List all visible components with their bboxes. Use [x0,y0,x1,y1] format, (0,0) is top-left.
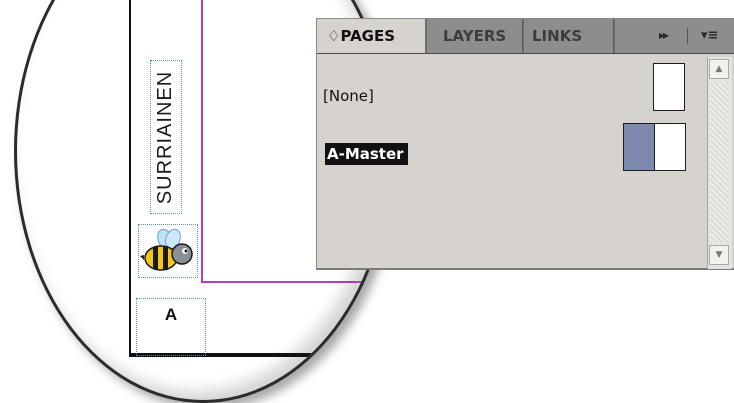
tab-links[interactable]: LINKS [524,19,614,53]
page-left-edge [129,0,131,355]
page-letter-frame[interactable]: A [136,298,206,356]
tab-pages[interactable]: ♢PAGES [317,19,425,53]
master-thumbnail-right-page[interactable] [654,123,686,171]
panel-tab-bar: ♢PAGES LAYERS LINKS ▸▸ ▾≡ [317,19,734,54]
tab-layers[interactable]: LAYERS [427,19,523,53]
scroll-track[interactable] [710,81,728,243]
expand-panels-icon[interactable]: ▸▸ [659,28,669,42]
logo-frame[interactable] [138,224,198,278]
scroll-down-button[interactable]: ▼ [709,245,729,265]
margin-guide-vertical [201,0,203,283]
controls-divider [687,28,688,44]
scroll-up-button[interactable]: ▲ [709,59,729,79]
bee-icon [140,228,193,271]
vertical-text: SURRIAINEN [154,70,177,204]
page-item-none[interactable]: [None] [323,87,374,105]
panel-menu-icon[interactable]: ▾≡ [701,28,718,43]
vertical-scrollbar[interactable]: ▲ ▼ [707,57,732,269]
page-thumbnail-none[interactable] [653,63,685,111]
master-thumbnail-left-page[interactable] [623,123,655,171]
pages-panel: ♢PAGES LAYERS LINKS ▸▸ ▾≡ [None] A-Maste… [316,18,734,270]
page-letter: A [164,305,178,324]
page-item-a-master[interactable]: A-Master [325,143,408,165]
margin-guide-horizontal [201,281,389,283]
vertical-text-frame[interactable]: SURRIAINEN [150,60,182,214]
